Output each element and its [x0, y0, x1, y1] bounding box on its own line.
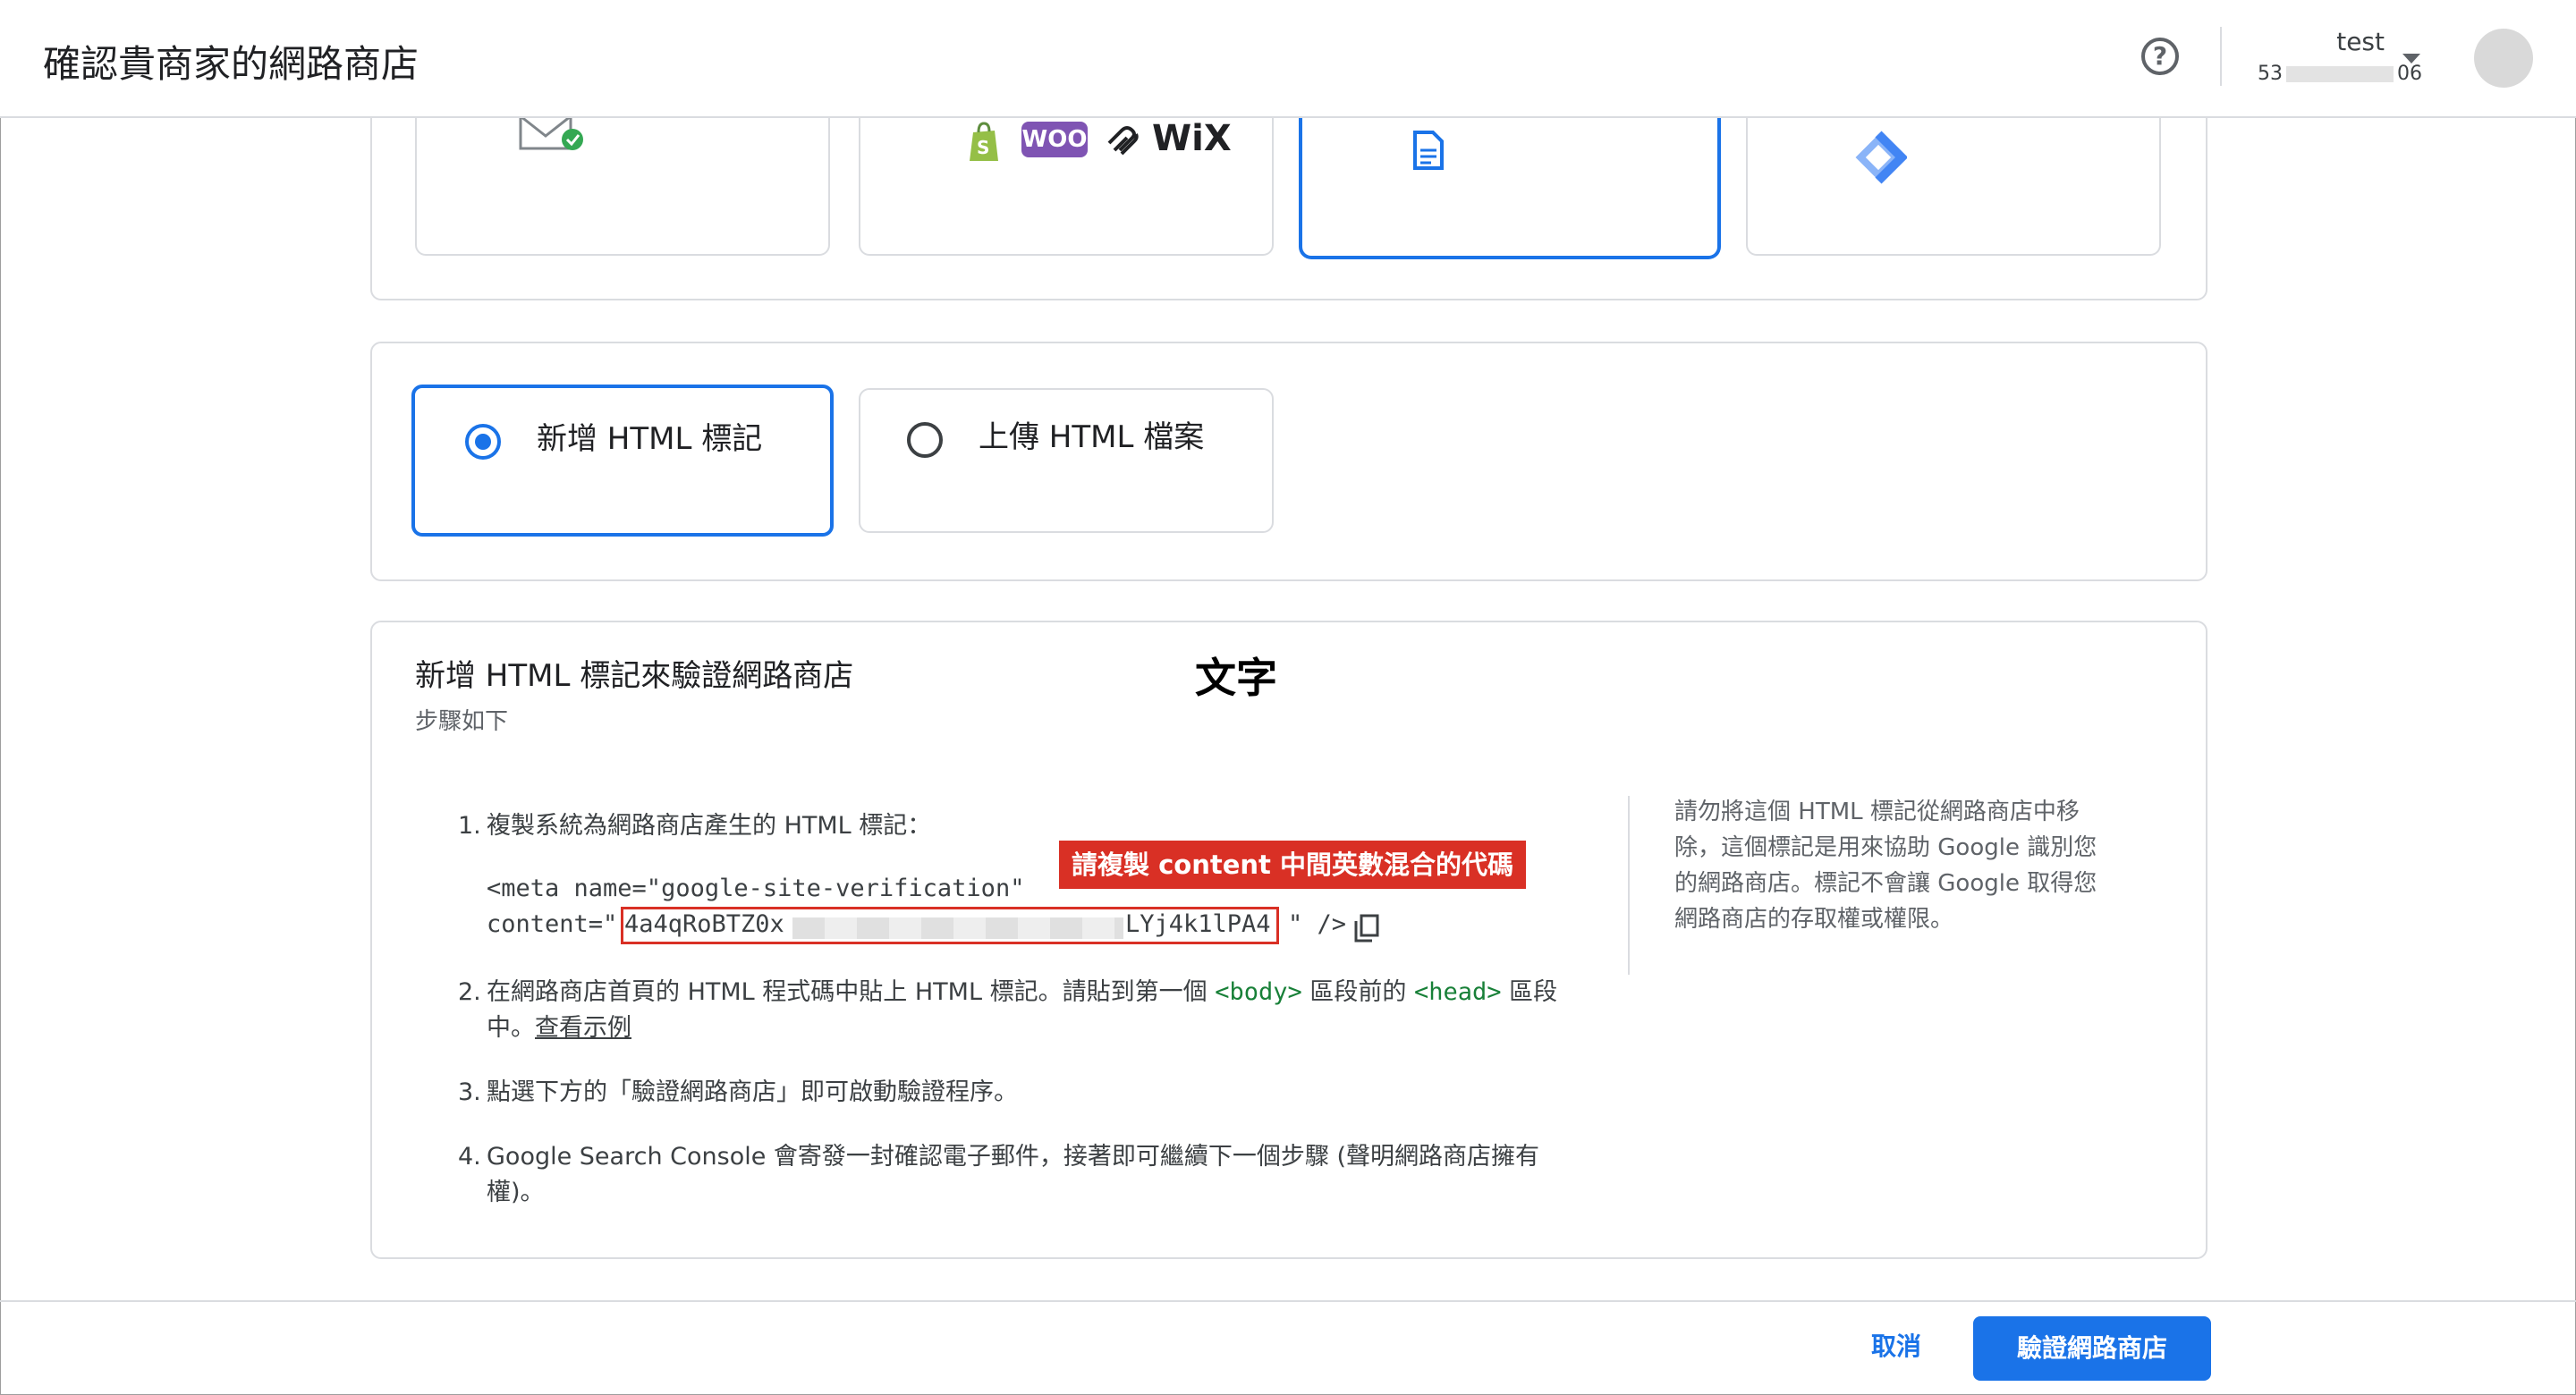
verification-code-start[interactable]: 4a4qRoBTZ0x	[624, 910, 784, 938]
option-add-html-tag[interactable]: 新增 HTML 標記	[411, 385, 834, 537]
shopify-icon: S	[970, 122, 998, 161]
verify-store-button[interactable]: 驗證網路商店	[1973, 1316, 2211, 1381]
wix-icon: WiX	[1152, 118, 1232, 159]
squarespace-icon	[1107, 126, 1139, 156]
tag-manager-icon	[1855, 131, 1907, 184]
head-tag: <head>	[1413, 978, 1502, 1006]
cancel-button[interactable]: 取消	[1852, 1318, 1941, 1375]
account-id-suffix: 06	[2397, 63, 2422, 85]
section-subtitle: 步驟如下	[415, 708, 509, 735]
woocommerce-icon: WOO	[1021, 122, 1088, 157]
view-example-link[interactable]: 查看示例	[535, 1014, 631, 1042]
body-tag: <body>	[1215, 978, 1302, 1006]
meta-tag-tail: " />	[1288, 910, 1347, 938]
email-verified-icon	[519, 114, 583, 150]
footer-divider	[0, 1300, 2576, 1302]
avatar[interactable]	[2474, 29, 2533, 88]
account-name[interactable]: test	[2277, 27, 2385, 56]
app-header: 確認貴商家的網路商店 ? test 53 06	[0, 0, 2576, 118]
overlay-annotation: 文字	[1195, 654, 1277, 702]
copy-icon[interactable]	[1354, 914, 1379, 943]
option-label: 上傳 HTML 檔案	[979, 419, 1205, 455]
page-title: 確認貴商家的網路商店	[43, 42, 419, 86]
side-note: 請勿將這個 HTML 標記從網路商店中移除，這個標記是用來協助 Google 識…	[1674, 799, 2097, 933]
step-4: 4. Google Search Console 會寄發一封確認電子郵件，接著即…	[458, 1143, 1540, 1206]
meta-tag-line-1: <meta name="google-site-verification"	[487, 875, 1025, 902]
step-3: 3. 點選下方的「驗證網路商店」即可啟動驗證程序。	[458, 1078, 1018, 1106]
header-divider	[2220, 27, 2222, 86]
step-2: 2. 在網路商店首頁的 HTML 程式碼中貼上 HTML 標記。請貼到第一個 <…	[458, 978, 1558, 1042]
redacted-code	[792, 917, 1123, 939]
help-icon[interactable]: ?	[2141, 38, 2179, 75]
option-upload-html-file[interactable]: 上傳 HTML 檔案	[859, 388, 1274, 533]
side-divider	[1628, 796, 1630, 975]
verification-code-end[interactable]: LYj4k1lPA4	[1125, 910, 1271, 938]
account-id-prefix: 53	[2258, 63, 2283, 85]
step-1: 1. 複製系統為網路商店產生的 HTML 標記：	[458, 812, 932, 840]
account-dropdown-icon[interactable]	[2402, 54, 2420, 63]
section-title: 新增 HTML 標記來驗證網路商店	[415, 658, 854, 694]
meta-tag-content-prefix: content="	[487, 910, 618, 938]
redacted-id	[2286, 66, 2394, 82]
annotation-callout: 請複製 content 中間英數混合的代碼	[1059, 841, 1526, 889]
option-label: 新增 HTML 標記	[537, 421, 763, 457]
svg-text:S: S	[977, 137, 989, 158]
account-id: 53 06	[2258, 63, 2422, 85]
document-icon	[1413, 131, 1444, 170]
